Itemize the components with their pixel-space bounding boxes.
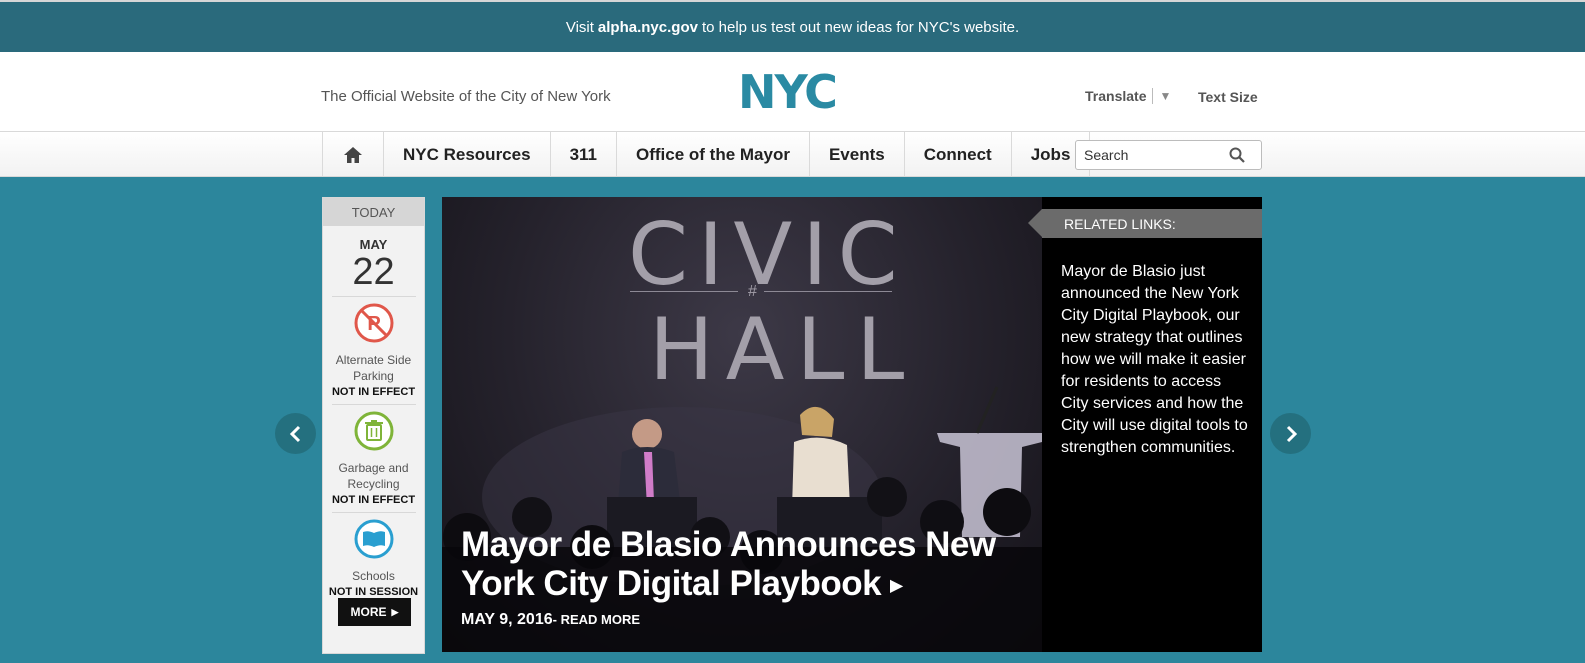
- nav-office-of-the-mayor[interactable]: Office of the Mayor: [617, 132, 810, 177]
- service-label-line2: Recycling: [347, 477, 400, 491]
- hero-feature[interactable]: CIVIC # HALL Mayor de Blasio Announces N…: [442, 197, 1042, 652]
- nyc-logo[interactable]: NYC: [738, 72, 846, 110]
- search-input[interactable]: [1084, 147, 1234, 163]
- today-panel: TODAY MAY 22 P Alternate Side Parking NO…: [322, 197, 425, 654]
- nav-events[interactable]: Events: [810, 132, 905, 177]
- related-links-text[interactable]: Mayor de Blasio just announced the New Y…: [1061, 261, 1251, 459]
- main-nav: NYC Resources 311 Office of the Mayor Ev…: [322, 132, 1091, 177]
- service-status: NOT IN EFFECT: [331, 386, 416, 398]
- service-garbage-recycling[interactable]: Garbage and Recycling NOT IN EFFECT: [323, 405, 424, 508]
- hero-dateline: MAY 9, 2016- READ MORE: [461, 611, 640, 629]
- caret-right-icon: ▶: [391, 606, 399, 617]
- related-links-header: RELATED LINKS:: [1028, 209, 1262, 238]
- translate-dropdown[interactable]: Translate ▼: [1085, 88, 1171, 104]
- nav-311[interactable]: 311: [551, 132, 617, 177]
- service-label: Alternate Side Parking: [323, 352, 424, 384]
- main-content: TODAY MAY 22 P Alternate Side Parking NO…: [0, 177, 1585, 663]
- service-alternate-side-parking[interactable]: P Alternate Side Parking NOT IN EFFECT: [323, 297, 424, 400]
- logo-text: NYC: [738, 72, 836, 110]
- hero-date: MAY 9, 2016: [461, 611, 553, 628]
- alpha-banner: Visit alpha.nyc.gov to help us test out …: [0, 0, 1585, 52]
- chevron-left-icon: [289, 425, 300, 442]
- more-label: MORE: [350, 605, 387, 619]
- service-label: Schools: [352, 569, 395, 583]
- site-header: The Official Website of the City of New …: [0, 52, 1585, 131]
- main-nav-bar: NYC Resources 311 Office of the Mayor Ev…: [0, 131, 1585, 177]
- date-month: MAY: [359, 237, 388, 252]
- service-schools[interactable]: Schools NOT IN SESSION: [323, 513, 424, 600]
- translate-separator: [1152, 88, 1154, 104]
- nav-nyc-resources[interactable]: NYC Resources: [384, 132, 551, 177]
- carousel-next-button[interactable]: [1270, 413, 1311, 454]
- book-icon: [354, 519, 393, 559]
- caret-down-icon: ▼: [1159, 89, 1172, 103]
- site-tagline: The Official Website of the City of New …: [321, 88, 611, 105]
- date-day: 22: [352, 251, 395, 293]
- no-parking-icon: P: [354, 303, 393, 343]
- search-icon[interactable]: [1229, 147, 1245, 163]
- home-icon: [344, 146, 362, 163]
- text-size-button[interactable]: Text Size: [1198, 89, 1258, 105]
- nav-connect[interactable]: Connect: [905, 132, 1012, 177]
- nav-home[interactable]: [323, 132, 384, 177]
- carousel-prev-button[interactable]: [275, 413, 316, 454]
- read-more-link[interactable]: - READ MORE: [553, 612, 640, 627]
- service-label-line2: Parking: [353, 369, 394, 383]
- service-label-line1: Garbage and: [338, 461, 409, 475]
- trash-icon: [354, 411, 393, 451]
- banner-link[interactable]: alpha.nyc.gov: [598, 19, 698, 36]
- search-box: [1075, 140, 1262, 170]
- hero-headline-text: Mayor de Blasio Announces New York City …: [461, 525, 996, 603]
- caret-right-icon: ▶: [890, 577, 903, 595]
- chevron-right-icon: [1286, 425, 1297, 442]
- banner-prefix: Visit: [565, 18, 594, 36]
- today-header: TODAY: [323, 198, 424, 226]
- hero-headline[interactable]: Mayor de Blasio Announces New York City …: [461, 525, 1021, 605]
- more-button[interactable]: MORE ▶: [338, 598, 411, 626]
- service-label-line1: Alternate Side: [335, 353, 412, 367]
- related-links-panel: RELATED LINKS: Mayor de Blasio just anno…: [1028, 197, 1262, 652]
- banner-suffix: to help us test out new ideas for NYC's …: [701, 18, 1020, 36]
- service-label: Garbage and Recycling: [323, 460, 424, 492]
- service-status: NOT IN EFFECT: [331, 494, 416, 506]
- translate-label: Translate: [1085, 88, 1147, 104]
